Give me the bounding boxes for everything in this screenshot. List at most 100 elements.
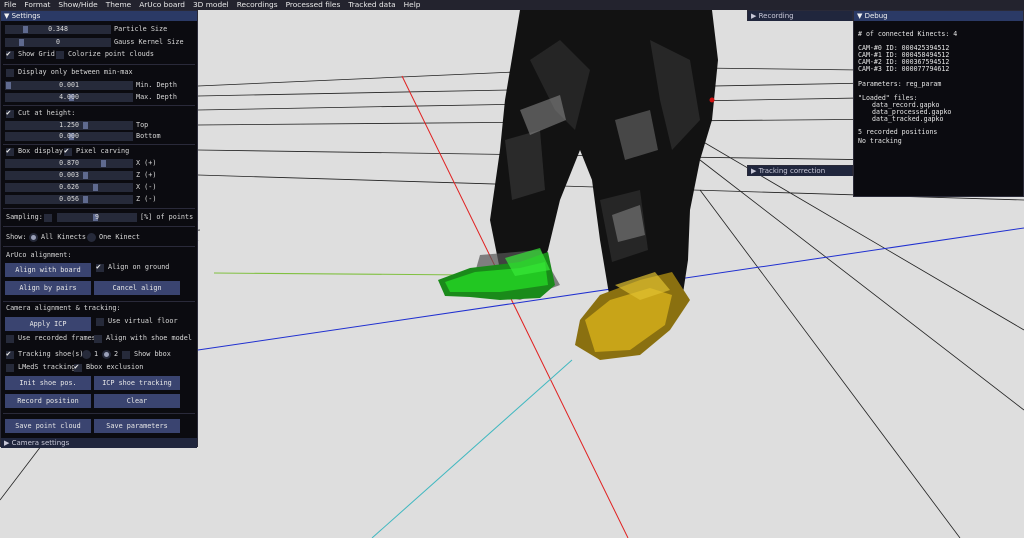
- cut-at-height-checkbox[interactable]: [6, 108, 14, 118]
- menu-processed-files[interactable]: Processed files: [282, 0, 345, 10]
- box-display-label: Box display: [18, 147, 64, 155]
- sampling-checkbox[interactable]: [44, 214, 52, 222]
- show-bbox-label: Show bbox: [134, 350, 171, 358]
- z-minus-label: Z (-): [136, 195, 157, 203]
- tracking-correction-panel-title[interactable]: ▶ Tracking correction: [748, 166, 852, 176]
- lmeds-tracking-label: LMedS tracking: [18, 363, 76, 371]
- menu-recordings[interactable]: Recordings: [233, 0, 282, 10]
- bbox-exclusion-label: Bbox exclusion: [86, 363, 144, 371]
- icp-shoe-tracking-button[interactable]: ICP shoe tracking: [94, 376, 180, 390]
- camera-settings-header[interactable]: ▶ Camera settings: [1, 438, 197, 448]
- divider: [3, 246, 195, 247]
- gauss-kernel-label: Gauss Kernel Size: [114, 38, 184, 46]
- all-kinects-radio[interactable]: [29, 233, 38, 242]
- sampling-slider[interactable]: 9: [57, 213, 137, 222]
- x-minus-slider[interactable]: 0.626: [5, 183, 133, 192]
- one-kinect-radio[interactable]: [87, 233, 96, 242]
- z-plus-slider[interactable]: 0.003: [5, 171, 133, 180]
- save-parameters-button[interactable]: Save parameters: [94, 419, 180, 433]
- menu-help[interactable]: Help: [400, 0, 425, 10]
- init-shoe-pos-button[interactable]: Init shoe pos.: [5, 376, 91, 390]
- recording-panel-title[interactable]: ▶ Recording: [748, 11, 852, 21]
- x-plus-slider[interactable]: 0.870: [5, 159, 133, 168]
- menu-tracked-data[interactable]: Tracked data: [344, 0, 399, 10]
- one-kinect-label: One Kinect: [99, 233, 140, 241]
- divider: [3, 226, 195, 227]
- menu-theme[interactable]: Theme: [102, 0, 136, 10]
- marker-dot: [709, 97, 715, 103]
- use-virtual-floor-checkbox[interactable]: [96, 318, 104, 326]
- save-point-cloud-button[interactable]: Save point cloud: [5, 419, 91, 433]
- z-minus-slider[interactable]: 0.056: [5, 195, 133, 204]
- align-on-ground-checkbox[interactable]: [96, 262, 104, 272]
- shoe-count-1-radio[interactable]: [82, 350, 91, 359]
- pixel-carving-checkbox[interactable]: [64, 146, 72, 156]
- menu-file[interactable]: File: [0, 0, 20, 10]
- max-depth-label: Max. Depth: [136, 93, 177, 101]
- record-position-button[interactable]: Record position: [5, 394, 91, 408]
- bottom-slider[interactable]: 0.000: [5, 132, 133, 141]
- cancel-align-button[interactable]: Cancel align: [94, 281, 180, 295]
- clear-button[interactable]: Clear: [94, 394, 180, 408]
- settings-panel: ▼ Settings 0.348 Particle Size 0 Gauss K…: [0, 10, 198, 448]
- cut-at-height-label: Cut at height:: [18, 109, 76, 117]
- tracking-status-text: No tracking: [858, 137, 902, 145]
- divider: [3, 208, 195, 209]
- max-depth-slider[interactable]: 4.000: [5, 93, 133, 102]
- colorize-checkbox[interactable]: [56, 51, 64, 59]
- top-slider[interactable]: 1.250: [5, 121, 133, 130]
- pixel-carving-label: Pixel carving: [76, 147, 130, 155]
- particle-size-label: Particle Size: [114, 25, 168, 33]
- align-with-board-button[interactable]: Align with board: [5, 263, 91, 277]
- menu-3d-model[interactable]: 3D model: [189, 0, 233, 10]
- cam-3-id: CAM-#3 ID: 000077794612: [858, 65, 950, 73]
- debug-panel: ▼ Debug # of connected Kinects: 4 CAM-#0…: [853, 10, 1024, 197]
- particle-size-slider[interactable]: 0.348: [5, 25, 111, 34]
- sampling-suffix: [%] of points: [140, 213, 194, 221]
- debug-panel-title[interactable]: ▼ Debug: [854, 11, 1023, 21]
- lmeds-tracking-checkbox[interactable]: [6, 364, 14, 372]
- align-with-shoe-model-label: Align with shoe model: [106, 334, 192, 342]
- tracking-correction-panel[interactable]: ▶ Tracking correction: [747, 165, 853, 176]
- apply-icp-button[interactable]: Apply ICP: [5, 317, 91, 331]
- loaded-file-tracked: data_tracked.gapko: [872, 115, 944, 123]
- bbox-exclusion-checkbox[interactable]: [74, 362, 82, 372]
- use-recorded-frames-checkbox[interactable]: [6, 335, 14, 343]
- display-only-checkbox[interactable]: [6, 69, 14, 77]
- show-bbox-checkbox[interactable]: [122, 351, 130, 359]
- top-label: Top: [136, 121, 149, 129]
- y-axis-line: [371, 359, 573, 538]
- gauss-kernel-slider[interactable]: 0: [5, 38, 111, 47]
- show-grid-label: Show Grid: [18, 50, 55, 58]
- align-with-shoe-model-checkbox[interactable]: [94, 335, 102, 343]
- sampling-label: Sampling:: [6, 213, 43, 221]
- use-virtual-floor-label: Use virtual floor: [108, 317, 178, 325]
- menu-bar: File Format Show/Hide Theme ArUco board …: [0, 0, 1024, 10]
- colorize-label: Colorize point clouds: [68, 50, 154, 58]
- bottom-label: Bottom: [136, 132, 161, 140]
- divider: [3, 64, 195, 65]
- shoe-count-2-label: 2: [114, 350, 119, 358]
- ground-reference-line: [213, 272, 471, 276]
- divider: [3, 105, 195, 106]
- aruco-section-title: ArUco alignment:: [6, 251, 72, 259]
- menu-show-hide[interactable]: Show/Hide: [54, 0, 101, 10]
- divider: [3, 144, 195, 145]
- box-display-checkbox[interactable]: [6, 146, 14, 156]
- menu-format[interactable]: Format: [20, 0, 54, 10]
- min-depth-slider[interactable]: 0.001: [5, 81, 133, 90]
- divider: [3, 413, 195, 414]
- show-grid-checkbox[interactable]: [6, 49, 14, 59]
- menu-aruco-board[interactable]: ArUco board: [135, 0, 189, 10]
- all-kinects-label: All Kinects: [41, 233, 87, 241]
- recording-panel[interactable]: ▶ Recording: [747, 10, 853, 21]
- divider: [3, 301, 195, 302]
- align-by-pairs-button[interactable]: Align by pairs: [5, 281, 91, 295]
- recorded-positions-text: 5 recorded positions: [858, 128, 938, 136]
- settings-panel-title[interactable]: ▼ Settings: [1, 11, 197, 21]
- align-on-ground-label: Align on ground: [108, 263, 170, 271]
- tracking-shoes-checkbox[interactable]: [6, 349, 14, 359]
- z-plus-label: Z (+): [136, 171, 157, 179]
- min-depth-label: Min. Depth: [136, 81, 177, 89]
- shoe-count-2-radio[interactable]: [102, 350, 111, 359]
